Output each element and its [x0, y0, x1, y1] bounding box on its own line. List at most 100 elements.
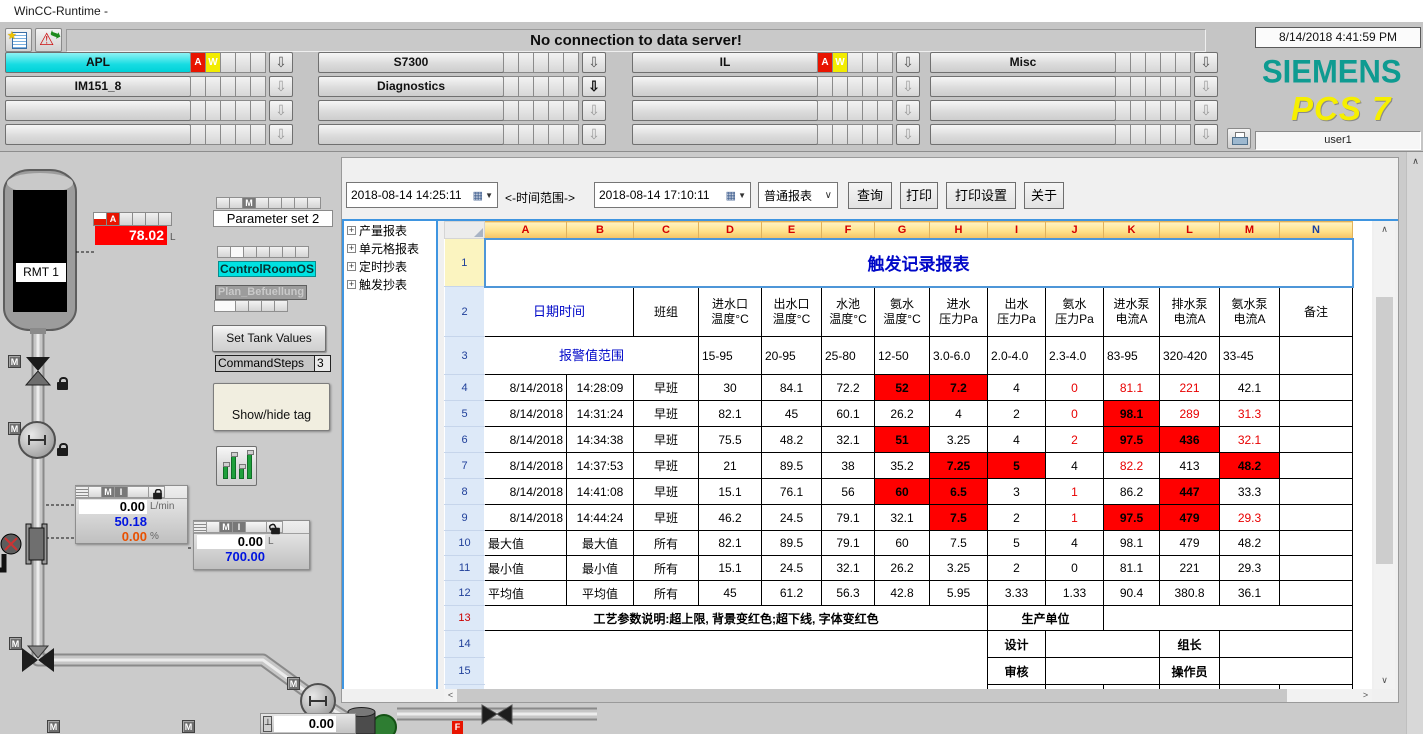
row-header[interactable]: 13 [445, 606, 485, 631]
sign-value[interactable] [1220, 631, 1353, 658]
value-cell[interactable]: 26.2 [875, 401, 930, 427]
value-cell[interactable]: 45 [762, 401, 822, 427]
row-header[interactable]: 15 [445, 658, 485, 685]
value-cell[interactable]: 32.1 [1220, 427, 1280, 453]
stat-value[interactable]: 1.33 [1046, 581, 1104, 606]
value-cell[interactable]: 447 [1160, 479, 1220, 505]
row-header[interactable]: 6 [445, 427, 485, 453]
value-cell[interactable]: 48.2 [762, 427, 822, 453]
column-header-H[interactable]: H [930, 222, 988, 239]
row-header[interactable]: 1 [445, 239, 485, 287]
sign-value[interactable] [1220, 658, 1353, 685]
header-remark[interactable]: 备注 [1280, 287, 1353, 337]
header-param[interactable]: 水池 温度°C [822, 287, 875, 337]
value-cell[interactable]: 32.1 [822, 427, 875, 453]
expand-plus-icon[interactable]: + [347, 262, 356, 271]
value-cell[interactable]: 72.2 [822, 375, 875, 401]
time-from-picker[interactable]: 2018-08-14 14:25:11 ▦▼ [346, 182, 498, 208]
date-cell[interactable]: 8/14/2018 [485, 401, 567, 427]
sign-label[interactable]: 设计 [988, 631, 1046, 658]
time-cell[interactable]: 14:37:53 [567, 453, 634, 479]
time-cell[interactable]: 14:34:38 [567, 427, 634, 453]
stat-label[interactable]: 平均值 [485, 581, 567, 606]
column-header-C[interactable]: C [634, 222, 699, 239]
column-header-A[interactable]: A [485, 222, 567, 239]
stat-label[interactable]: 平均值 [567, 581, 634, 606]
stat-value[interactable]: 3.25 [930, 556, 988, 581]
value-cell[interactable]: 76.1 [762, 479, 822, 505]
stat-value[interactable]: 479 [1160, 531, 1220, 556]
about-button[interactable]: 关于 [1024, 182, 1064, 209]
value-cell[interactable]: 79.1 [822, 505, 875, 531]
value-cell[interactable]: 413 [1160, 453, 1220, 479]
row-header[interactable]: 8 [445, 479, 485, 505]
process-note-cell[interactable]: 工艺参数说明:超上限, 背景变红色;超下线, 字体变红色 [485, 606, 988, 631]
column-header-N[interactable]: N [1280, 222, 1353, 239]
shift-cell[interactable]: 早班 [634, 427, 699, 453]
stat-scope[interactable]: 所有 [634, 531, 699, 556]
volume-faceplate[interactable]: MI 0.00L 700.00 [193, 520, 310, 570]
date-cell[interactable]: 8/14/2018 [485, 505, 567, 531]
sign-label[interactable]: 组长 [1160, 631, 1220, 658]
date-cell[interactable]: 8/14/2018 [485, 453, 567, 479]
show-hide-tag-button[interactable]: Show/hide tag [213, 383, 330, 431]
header-param[interactable]: 氨水 温度°C [875, 287, 930, 337]
time-to-picker[interactable]: 2018-08-14 17:10:11 ▦▼ [594, 182, 751, 208]
value-cell[interactable]: 479 [1160, 505, 1220, 531]
production-unit-cell[interactable]: 生产单位 [988, 606, 1104, 631]
stat-value[interactable]: 3.33 [988, 581, 1046, 606]
sheet-vertical-scrollbar[interactable]: ∧ ∨ [1374, 221, 1395, 689]
remark-cell[interactable] [1280, 556, 1353, 581]
stat-scope[interactable]: 所有 [634, 581, 699, 606]
date-cell[interactable]: 8/14/2018 [485, 427, 567, 453]
set-tank-values-button[interactable]: Set Tank Values [212, 325, 326, 352]
shift-cell[interactable]: 早班 [634, 479, 699, 505]
grid-cell[interactable] [485, 658, 988, 685]
tree-item-触发抄表[interactable]: +触发抄表 [344, 275, 436, 293]
value-cell[interactable]: 7.5 [930, 505, 988, 531]
value-cell[interactable]: 2 [1046, 427, 1104, 453]
stat-value[interactable]: 4 [1046, 531, 1104, 556]
value-cell[interactable]: 21 [699, 453, 762, 479]
value-cell[interactable]: 221 [1160, 375, 1220, 401]
header-param[interactable]: 氨水泵 电流A [1220, 287, 1280, 337]
alarm-range[interactable]: 12-50 [875, 337, 930, 375]
alarm-range[interactable]: 83-95 [1104, 337, 1160, 375]
row-header[interactable]: 9 [445, 505, 485, 531]
column-header-G[interactable]: G [875, 222, 930, 239]
value-cell[interactable]: 7.25 [930, 453, 988, 479]
remark-cell[interactable] [1280, 581, 1353, 606]
scroll-down-icon[interactable]: ∨ [1374, 672, 1395, 689]
date-cell[interactable]: 8/14/2018 [485, 479, 567, 505]
value-cell[interactable]: 60 [875, 479, 930, 505]
column-header-F[interactable]: F [822, 222, 875, 239]
grid-cell[interactable] [1104, 606, 1353, 631]
value-cell[interactable]: 289 [1160, 401, 1220, 427]
scroll-up-icon[interactable]: ∧ [1407, 154, 1423, 170]
tree-item-定时抄表[interactable]: +定时抄表 [344, 257, 436, 275]
shift-cell[interactable]: 早班 [634, 401, 699, 427]
column-header-B[interactable]: B [567, 222, 634, 239]
stat-value[interactable]: 56.3 [822, 581, 875, 606]
row-header[interactable]: 12 [445, 581, 485, 606]
stat-value[interactable]: 48.2 [1220, 531, 1280, 556]
sign-value[interactable] [1046, 658, 1160, 685]
value-cell[interactable]: 2 [988, 505, 1046, 531]
value-cell[interactable]: 32.1 [875, 505, 930, 531]
command-steps-value[interactable]: 3 [314, 355, 331, 372]
time-cell[interactable]: 14:28:09 [567, 375, 634, 401]
tank-rmt1[interactable] [4, 170, 76, 334]
time-cell[interactable]: 14:44:24 [567, 505, 634, 531]
stat-value[interactable]: 7.5 [930, 531, 988, 556]
tree-item-单元格报表[interactable]: +单元格报表 [344, 239, 436, 257]
stat-value[interactable]: 60 [875, 531, 930, 556]
sign-value[interactable] [1046, 631, 1160, 658]
parameter-set-display[interactable]: Parameter set 2 [213, 210, 333, 227]
stat-value[interactable]: 90.4 [1104, 581, 1160, 606]
stat-value[interactable]: 380.8 [1160, 581, 1220, 606]
remark-cell[interactable] [1280, 531, 1353, 556]
stat-value[interactable]: 61.2 [762, 581, 822, 606]
time-cell[interactable]: 14:41:08 [567, 479, 634, 505]
column-header-J[interactable]: J [1046, 222, 1104, 239]
alarm-range[interactable]: 25-80 [822, 337, 875, 375]
